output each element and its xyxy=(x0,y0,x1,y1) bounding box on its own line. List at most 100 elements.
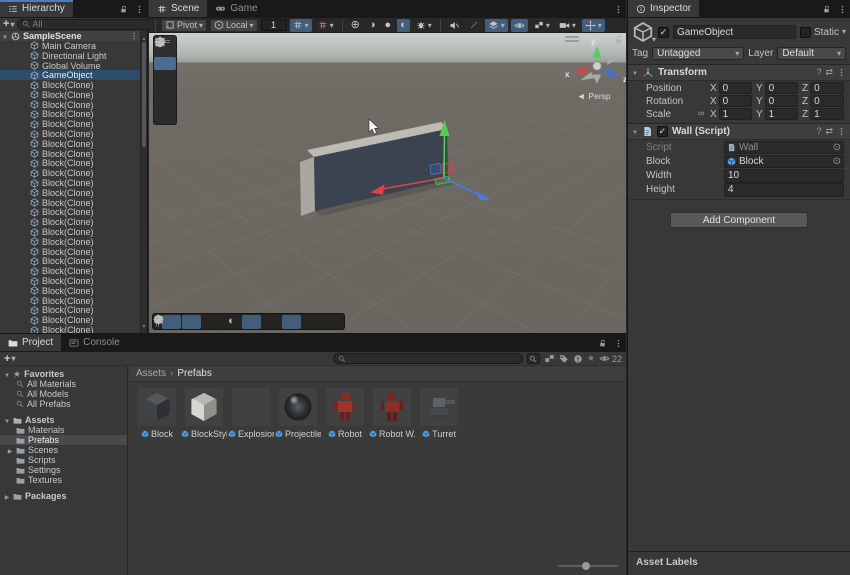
height-input[interactable] xyxy=(724,183,844,197)
prefab-item[interactable]: Turret xyxy=(419,388,459,439)
hierarchy-item[interactable]: Block(Clone) xyxy=(0,247,140,257)
prefab-item[interactable]: Block xyxy=(137,388,177,439)
hierarchy-item[interactable]: Block(Clone) xyxy=(0,149,140,159)
post-process-toggle-button[interactable] xyxy=(397,19,410,32)
scroll-down-icon[interactable] xyxy=(141,321,147,331)
kebab-menu-icon[interactable] xyxy=(614,339,623,348)
position-y-input[interactable] xyxy=(765,82,798,94)
hierarchy-item[interactable]: Block(Clone) xyxy=(0,208,140,218)
add-component-button[interactable]: Add Component xyxy=(670,212,808,228)
hierarchy-item[interactable]: Block(Clone) xyxy=(0,296,140,306)
gameobject-name-input[interactable] xyxy=(673,25,796,39)
favorite-search-item[interactable]: All Materials xyxy=(0,379,127,389)
scrollbar-thumb[interactable] xyxy=(142,42,146,147)
favorite-search-item[interactable]: All Prefabs xyxy=(0,399,127,409)
hidden-count-indicator[interactable]: 22 xyxy=(599,353,622,364)
folder-item[interactable]: Textures xyxy=(0,475,127,485)
move-tool-button[interactable] xyxy=(154,57,176,70)
label-filter-icon[interactable] xyxy=(559,354,569,364)
gizmo-axis-y[interactable] xyxy=(593,46,602,58)
thumbnail-size-slider[interactable] xyxy=(558,561,618,571)
paint-tool-button[interactable] xyxy=(242,315,261,329)
navigation-overlay-button[interactable] xyxy=(322,315,341,329)
kebab-menu-icon[interactable] xyxy=(837,68,846,77)
foldout-closed-icon[interactable] xyxy=(4,492,10,501)
tab-project[interactable]: Project xyxy=(0,334,61,351)
hierarchy-search[interactable] xyxy=(17,19,154,30)
project-search[interactable] xyxy=(333,353,523,364)
projection-mode-label[interactable]: ◄Persp xyxy=(577,91,611,101)
scale-z-input[interactable] xyxy=(810,108,844,120)
package-filter-icon[interactable] xyxy=(544,353,555,364)
rotation-y-input[interactable] xyxy=(765,95,798,107)
saved-search-icon[interactable] xyxy=(587,354,595,364)
lighting-toggle-button[interactable] xyxy=(381,19,394,32)
object-picker-icon[interactable] xyxy=(833,157,841,167)
rect-tool-button[interactable] xyxy=(154,96,176,109)
audio-mute-button[interactable] xyxy=(446,19,463,32)
create-object-button[interactable]: + xyxy=(3,18,14,30)
hierarchy-item[interactable]: Block(Clone) xyxy=(0,159,140,169)
hierarchy-item[interactable]: Main Camera xyxy=(0,41,140,51)
transform-tool-button[interactable] xyxy=(154,109,176,122)
prefab-item[interactable]: Robot xyxy=(325,388,365,439)
hierarchy-item[interactable]: Block(Clone) xyxy=(0,266,140,276)
width-input[interactable] xyxy=(724,169,844,183)
hierarchy-item[interactable]: Block(Clone) xyxy=(0,315,140,325)
hierarchy-item[interactable]: Block(Clone) xyxy=(0,100,140,110)
hierarchy-search-input[interactable] xyxy=(32,19,149,29)
help-icon[interactable] xyxy=(816,127,821,137)
kebab-menu-icon[interactable] xyxy=(130,32,138,40)
favorites-root-row[interactable]: Favorites xyxy=(0,369,127,379)
folder-item[interactable]: Scenes xyxy=(0,445,127,455)
layers-dropdown-button[interactable] xyxy=(485,19,508,32)
gizmo-axis-x[interactable] xyxy=(573,66,587,75)
project-search-input[interactable] xyxy=(348,354,518,364)
snap-increment-input[interactable] xyxy=(261,19,287,31)
presets-icon[interactable] xyxy=(825,127,833,137)
alert-filter-icon[interactable] xyxy=(573,354,583,364)
gizmo-axis-z[interactable] xyxy=(607,68,621,77)
hierarchy-item[interactable]: Block(Clone) xyxy=(0,325,140,333)
scale-x-input[interactable] xyxy=(719,108,752,120)
component-enabled-checkbox[interactable] xyxy=(657,126,668,137)
prefab-overlay-button[interactable] xyxy=(302,315,321,329)
move-overlay-button[interactable] xyxy=(162,315,181,329)
grid-visibility-button[interactable] xyxy=(290,19,312,32)
hierarchy-item[interactable]: Directional Light xyxy=(0,51,140,61)
gizmo-lock-icon[interactable] xyxy=(616,36,621,43)
pivot-toggle-button[interactable]: Pivot xyxy=(161,19,207,32)
assets-root-row[interactable]: Assets xyxy=(0,415,127,425)
script-object-field[interactable]: Wall xyxy=(724,141,844,154)
rotation-x-input[interactable] xyxy=(719,95,752,107)
hierarchy-item[interactable]: Block(Clone) xyxy=(0,198,140,208)
scale-tool-button[interactable] xyxy=(154,83,176,96)
folder-item[interactable]: Settings xyxy=(0,465,127,475)
hierarchy-item[interactable]: Block(Clone) xyxy=(0,188,140,198)
tab-hierarchy[interactable]: Hierarchy xyxy=(0,0,73,17)
hierarchy-item[interactable]: Block(Clone) xyxy=(0,139,140,149)
hierarchy-item[interactable]: GameObject xyxy=(0,70,140,80)
prefab-item[interactable]: BlockStyle xyxy=(184,388,224,439)
block-object-field[interactable]: Block xyxy=(724,155,844,168)
effects-dropdown-button[interactable] xyxy=(413,19,435,32)
search-overlay-button[interactable] xyxy=(262,315,281,329)
camera-dropdown-button[interactable] xyxy=(556,19,579,32)
wall-script-component-header[interactable]: Wall (Script) xyxy=(628,123,850,140)
foldout-closed-icon[interactable] xyxy=(7,446,13,455)
hierarchy-item[interactable]: Block(Clone) xyxy=(0,80,140,90)
hierarchy-item[interactable]: Block(Clone) xyxy=(0,306,140,316)
prefab-item[interactable]: Robot W... xyxy=(372,388,412,439)
hierarchy-item[interactable]: Block(Clone) xyxy=(0,90,140,100)
grid-overlay-button[interactable] xyxy=(202,315,221,329)
search-by-type-icon[interactable] xyxy=(527,353,540,364)
lock-icon[interactable] xyxy=(822,5,831,14)
particles-toggle-button[interactable] xyxy=(466,19,482,32)
gizmo-drag-handle[interactable] xyxy=(565,37,579,41)
hierarchy-item[interactable]: Block(Clone) xyxy=(0,129,140,139)
rotate-tool-button[interactable] xyxy=(154,70,176,83)
lock-icon[interactable] xyxy=(598,339,607,348)
orientation-gizmo-overlay[interactable]: y x z ◄Persp xyxy=(565,36,626,101)
folder-item[interactable]: Prefabs xyxy=(0,435,127,445)
static-dropdown-icon[interactable] xyxy=(842,27,846,37)
